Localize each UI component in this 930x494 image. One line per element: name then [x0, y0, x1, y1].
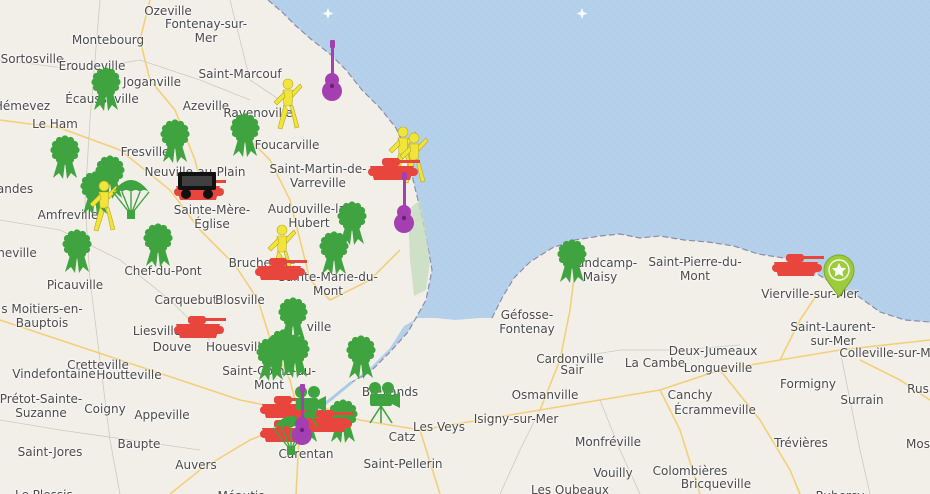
place-label: Saint-Laurent-sur-Mer [790, 320, 876, 348]
place-label: La Cambe [624, 356, 686, 370]
ribbon-icon[interactable] [230, 113, 260, 158]
place-label: Azeville [182, 99, 230, 113]
place-label: Picauville [46, 278, 104, 292]
place-label: Ozeville [144, 4, 192, 18]
ribbon-icon[interactable] [160, 119, 190, 164]
place-label: Sainte-Mère- Église [173, 203, 251, 231]
place-label: Écrammeville [674, 403, 756, 417]
ribbon-icon[interactable] [143, 223, 173, 268]
place-label: Saint-Jores [17, 445, 83, 459]
place-label: Saint-Martin-de- Varreville [269, 162, 367, 190]
place-label: Baupte [117, 437, 161, 451]
guitar-icon[interactable] [320, 40, 346, 102]
ribbon-icon[interactable] [50, 135, 80, 180]
place-label: Montebourg [71, 33, 145, 47]
place-label: Saint-Pierre-du- Mont [648, 255, 742, 283]
place-label: Sair [560, 363, 584, 377]
place-label: Vouilly [593, 466, 633, 480]
place-label: andes [0, 182, 34, 196]
place-label: Colleville-sur-M [839, 346, 930, 360]
ribbon-icon[interactable] [91, 67, 121, 112]
place-label: Géfosse- Fontenay [499, 308, 555, 336]
star-pin-icon[interactable] [822, 254, 856, 298]
place-label: Canchy [667, 388, 713, 402]
place-label: Hémevez [0, 99, 51, 113]
place-label: Prétot-Sainte- Suzanne [0, 392, 83, 420]
place-label: Auvers [175, 458, 217, 472]
place-label: Vindefontaine [12, 367, 96, 381]
soldier-icon[interactable] [268, 78, 303, 130]
guitar-icon[interactable] [290, 384, 316, 446]
place-label: Le Plessis- [15, 488, 77, 494]
place-label: ville [306, 320, 332, 334]
tank-icon[interactable] [172, 312, 228, 340]
camera-icon[interactable] [362, 380, 402, 424]
ribbon-icon[interactable] [62, 229, 92, 274]
place-label: s Moitiers-en- Bauptois [1, 302, 83, 330]
parachute-icon[interactable] [112, 174, 150, 220]
place-label: Carquebut [154, 293, 218, 307]
tank-icon[interactable] [253, 254, 309, 282]
map-canvas[interactable]: Ozeville Fontenay-sur- Mer Montebourg Sortos… [0, 0, 930, 494]
tank-icon[interactable] [770, 250, 826, 278]
place-label: Foucarville [254, 138, 320, 152]
ribbon-icon[interactable] [280, 334, 310, 379]
place-label: Longueville [683, 361, 753, 375]
guitar-icon[interactable] [392, 172, 418, 234]
place-label: Le Ham [32, 117, 78, 131]
place-label: Rubercy [816, 489, 865, 494]
ribbon-icon[interactable] [346, 335, 376, 380]
ribbon-icon[interactable] [319, 231, 349, 276]
jeep-icon[interactable] [174, 166, 220, 200]
place-label: Appeville [134, 408, 190, 422]
place-label: Osmanville [511, 388, 579, 402]
place-label: Blosville [215, 293, 265, 307]
place-label: Rus [907, 382, 929, 396]
place-label: neville [0, 246, 37, 260]
place-label: Isigny-sur-Mer [473, 412, 559, 426]
place-label: Saint-Pellerin [363, 457, 443, 471]
place-label: Les Oubeaux [530, 483, 610, 494]
place-label: Coigny [84, 402, 126, 416]
place-label: Houtteville [96, 368, 162, 382]
place-label: Joganville [123, 75, 181, 89]
place-label: Catz [388, 430, 416, 444]
place-label: Les Veys [413, 420, 465, 434]
place-label: Monfréville [574, 435, 642, 449]
place-label: Fontenay-sur- Mer [164, 17, 248, 45]
place-label: Mos [906, 437, 930, 451]
place-label: Formigny [780, 377, 836, 391]
place-label: Surrain [840, 393, 884, 407]
place-label: Trévières [774, 436, 828, 450]
place-label: Deux-Jumeaux [668, 344, 758, 358]
place-label: Méautis [218, 489, 265, 494]
place-label: Sortosville [0, 52, 64, 66]
place-label: Colombières [652, 464, 728, 478]
place-label: Douve [152, 340, 192, 354]
place-label: Bricqueville [680, 477, 752, 491]
ribbon-icon[interactable] [557, 239, 587, 284]
